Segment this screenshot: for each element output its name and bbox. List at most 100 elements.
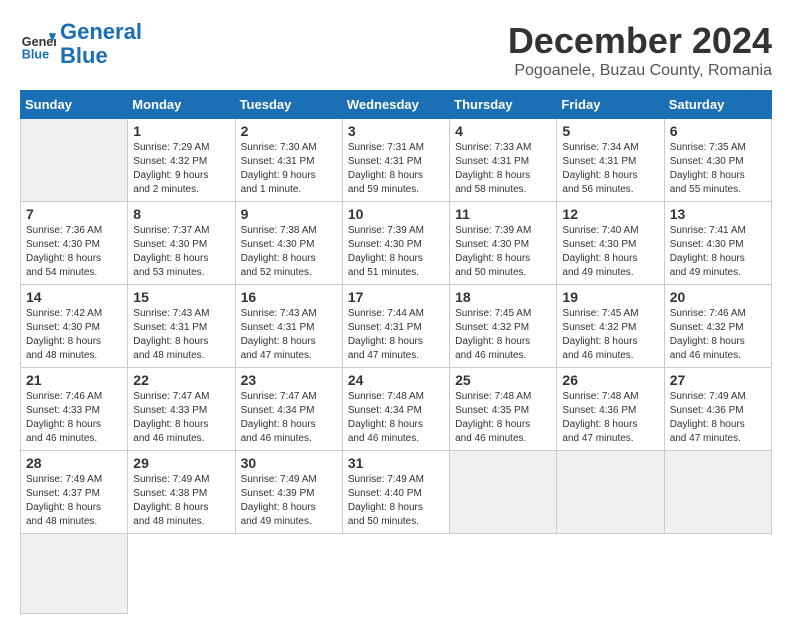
day-info: Sunrise: 7:39 AMSunset: 4:30 PMDaylight:… [455, 224, 551, 280]
calendar-day: 27 Sunrise: 7:49 AMSunset: 4:36 PMDayligh… [664, 368, 771, 451]
calendar-day: 18Sunrise: 7:45 AMSunset: 4:32 PMDayligh… [450, 285, 557, 368]
calendar-day: 6 Sunrise: 7:35 AMSunset: 4:30 PMDaylight… [664, 119, 771, 202]
day-info: Sunrise: 7:31 AMSunset: 4:31 PMDaylight:… [348, 141, 444, 197]
day-number: 27 [670, 372, 766, 388]
calendar-row: 7 Sunrise: 7:36 AMSunset: 4:30 PMDaylight… [21, 202, 772, 285]
day-number: 18 [455, 289, 551, 305]
day-info: Sunrise: 7:39 AMSunset: 4:30 PMDaylight:… [348, 224, 444, 280]
day-number: 24 [348, 372, 444, 388]
day-number: 31 [348, 455, 444, 471]
calendar-day: 21Sunrise: 7:46 AMSunset: 4:33 PMDayligh… [21, 368, 128, 451]
logo: General Blue GeneralBlue [20, 20, 142, 68]
calendar-day: 20 Sunrise: 7:46 AMSunset: 4:32 PMDayligh… [664, 285, 771, 368]
day-number: 28 [26, 455, 122, 471]
empty-day [21, 534, 128, 614]
day-info: Sunrise: 7:47 AMSunset: 4:33 PMDaylight:… [133, 390, 229, 446]
day-number: 12 [562, 206, 658, 222]
day-info: Sunrise: 7:29 AMSunset: 4:32 PMDaylight:… [133, 141, 229, 197]
calendar-row: 14 Sunrise: 7:42 AMSunset: 4:30 PMDayligh… [21, 285, 772, 368]
calendar-day: 9 Sunrise: 7:38 AMSunset: 4:30 PMDaylight… [235, 202, 342, 285]
calendar-day: 2 Sunrise: 7:30 AMSunset: 4:31 PMDaylight… [235, 119, 342, 202]
day-number: 8 [133, 206, 229, 222]
day-info: Sunrise: 7:46 AMSunset: 4:33 PMDaylight:… [26, 390, 122, 446]
empty-day [21, 119, 128, 202]
calendar-day: 12 Sunrise: 7:40 AMSunset: 4:30 PMDayligh… [557, 202, 664, 285]
logo-text: GeneralBlue [60, 20, 142, 68]
day-number: 15 [133, 289, 229, 305]
day-info: Sunrise: 7:45 AMSunset: 4:32 PMDaylight:… [562, 307, 658, 363]
calendar-day: 25Sunrise: 7:48 AMSunset: 4:35 PMDayligh… [450, 368, 557, 451]
calendar-day: 26Sunrise: 7:48 AMSunset: 4:36 PMDayligh… [557, 368, 664, 451]
day-number: 4 [455, 123, 551, 139]
day-number: 10 [348, 206, 444, 222]
calendar-day: 29 Sunrise: 7:49 AMSunset: 4:38 PMDayligh… [128, 451, 235, 534]
header-tuesday: Tuesday [235, 91, 342, 119]
day-number: 22 [133, 372, 229, 388]
calendar-day: 10 Sunrise: 7:39 AMSunset: 4:30 PMDayligh… [342, 202, 449, 285]
day-number: 17 [348, 289, 444, 305]
day-info: Sunrise: 7:37 AMSunset: 4:30 PMDaylight:… [133, 224, 229, 280]
day-number: 29 [133, 455, 229, 471]
day-info: Sunrise: 7:40 AMSunset: 4:30 PMDaylight:… [562, 224, 658, 280]
day-number: 7 [26, 206, 122, 222]
page-header: General Blue GeneralBlue December 2024 P… [20, 20, 772, 80]
day-info: Sunrise: 7:38 AMSunset: 4:30 PMDaylight:… [241, 224, 337, 280]
calendar-day: 16Sunrise: 7:43 AMSunset: 4:31 PMDayligh… [235, 285, 342, 368]
header-sunday: Sunday [21, 91, 128, 119]
day-info: Sunrise: 7:43 AMSunset: 4:31 PMDaylight:… [241, 307, 337, 363]
day-number: 26 [562, 372, 658, 388]
day-info: Sunrise: 7:49 AMSunset: 4:40 PMDaylight:… [348, 473, 444, 529]
calendar-day: 13 Sunrise: 7:41 AMSunset: 4:30 PMDayligh… [664, 202, 771, 285]
weekday-header-row: Sunday Monday Tuesday Wednesday Thursday… [21, 91, 772, 119]
calendar-day: 11 Sunrise: 7:39 AMSunset: 4:30 PMDayligh… [450, 202, 557, 285]
empty-day [664, 451, 771, 534]
day-info: Sunrise: 7:36 AMSunset: 4:30 PMDaylight:… [26, 224, 122, 280]
empty-day [557, 451, 664, 534]
svg-text:Blue: Blue [22, 48, 49, 62]
day-number: 5 [562, 123, 658, 139]
calendar-row: 1 Sunrise: 7:29 AMSunset: 4:32 PMDaylight… [21, 119, 772, 202]
day-number: 14 [26, 289, 122, 305]
day-number: 11 [455, 206, 551, 222]
day-info: Sunrise: 7:44 AMSunset: 4:31 PMDaylight:… [348, 307, 444, 363]
day-info: Sunrise: 7:43 AMSunset: 4:31 PMDaylight:… [133, 307, 229, 363]
calendar-day: 7 Sunrise: 7:36 AMSunset: 4:30 PMDaylight… [21, 202, 128, 285]
header-friday: Friday [557, 91, 664, 119]
day-info: Sunrise: 7:49 AMSunset: 4:36 PMDaylight:… [670, 390, 766, 446]
calendar-day: 5Sunrise: 7:34 AMSunset: 4:31 PMDaylight… [557, 119, 664, 202]
day-number: 6 [670, 123, 766, 139]
day-number: 9 [241, 206, 337, 222]
day-number: 13 [670, 206, 766, 222]
calendar-day: 14 Sunrise: 7:42 AMSunset: 4:30 PMDayligh… [21, 285, 128, 368]
calendar-day: 22 Sunrise: 7:47 AMSunset: 4:33 PMDayligh… [128, 368, 235, 451]
day-number: 19 [562, 289, 658, 305]
day-number: 25 [455, 372, 551, 388]
calendar-day: 19 Sunrise: 7:45 AMSunset: 4:32 PMDayligh… [557, 285, 664, 368]
day-info: Sunrise: 7:49 AMSunset: 4:39 PMDaylight:… [241, 473, 337, 529]
day-number: 2 [241, 123, 337, 139]
day-info: Sunrise: 7:42 AMSunset: 4:30 PMDaylight:… [26, 307, 122, 363]
calendar-title: December 2024 [508, 20, 772, 62]
day-info: Sunrise: 7:35 AMSunset: 4:30 PMDaylight:… [670, 141, 766, 197]
title-block: December 2024 Pogoanele, Buzau County, R… [508, 20, 772, 80]
calendar-subtitle: Pogoanele, Buzau County, Romania [508, 62, 772, 80]
day-number: 1 [133, 123, 229, 139]
header-thursday: Thursday [450, 91, 557, 119]
day-info: Sunrise: 7:49 AMSunset: 4:38 PMDaylight:… [133, 473, 229, 529]
calendar-day: 30Sunrise: 7:49 AMSunset: 4:39 PMDayligh… [235, 451, 342, 534]
calendar-day: 3Sunrise: 7:31 AMSunset: 4:31 PMDaylight… [342, 119, 449, 202]
calendar-day: 15 Sunrise: 7:43 AMSunset: 4:31 PMDayligh… [128, 285, 235, 368]
calendar-row [21, 534, 772, 614]
day-info: Sunrise: 7:46 AMSunset: 4:32 PMDaylight:… [670, 307, 766, 363]
empty-day [450, 451, 557, 534]
header-monday: Monday [128, 91, 235, 119]
header-saturday: Saturday [664, 91, 771, 119]
day-number: 23 [241, 372, 337, 388]
calendar-day: 4Sunrise: 7:33 AMSunset: 4:31 PMDaylight… [450, 119, 557, 202]
calendar-table: Sunday Monday Tuesday Wednesday Thursday… [20, 90, 772, 614]
day-info: Sunrise: 7:30 AMSunset: 4:31 PMDaylight:… [241, 141, 337, 197]
calendar-row: 21Sunrise: 7:46 AMSunset: 4:33 PMDayligh… [21, 368, 772, 451]
day-info: Sunrise: 7:41 AMSunset: 4:30 PMDaylight:… [670, 224, 766, 280]
calendar-day: 8 Sunrise: 7:37 AMSunset: 4:30 PMDaylight… [128, 202, 235, 285]
day-number: 20 [670, 289, 766, 305]
